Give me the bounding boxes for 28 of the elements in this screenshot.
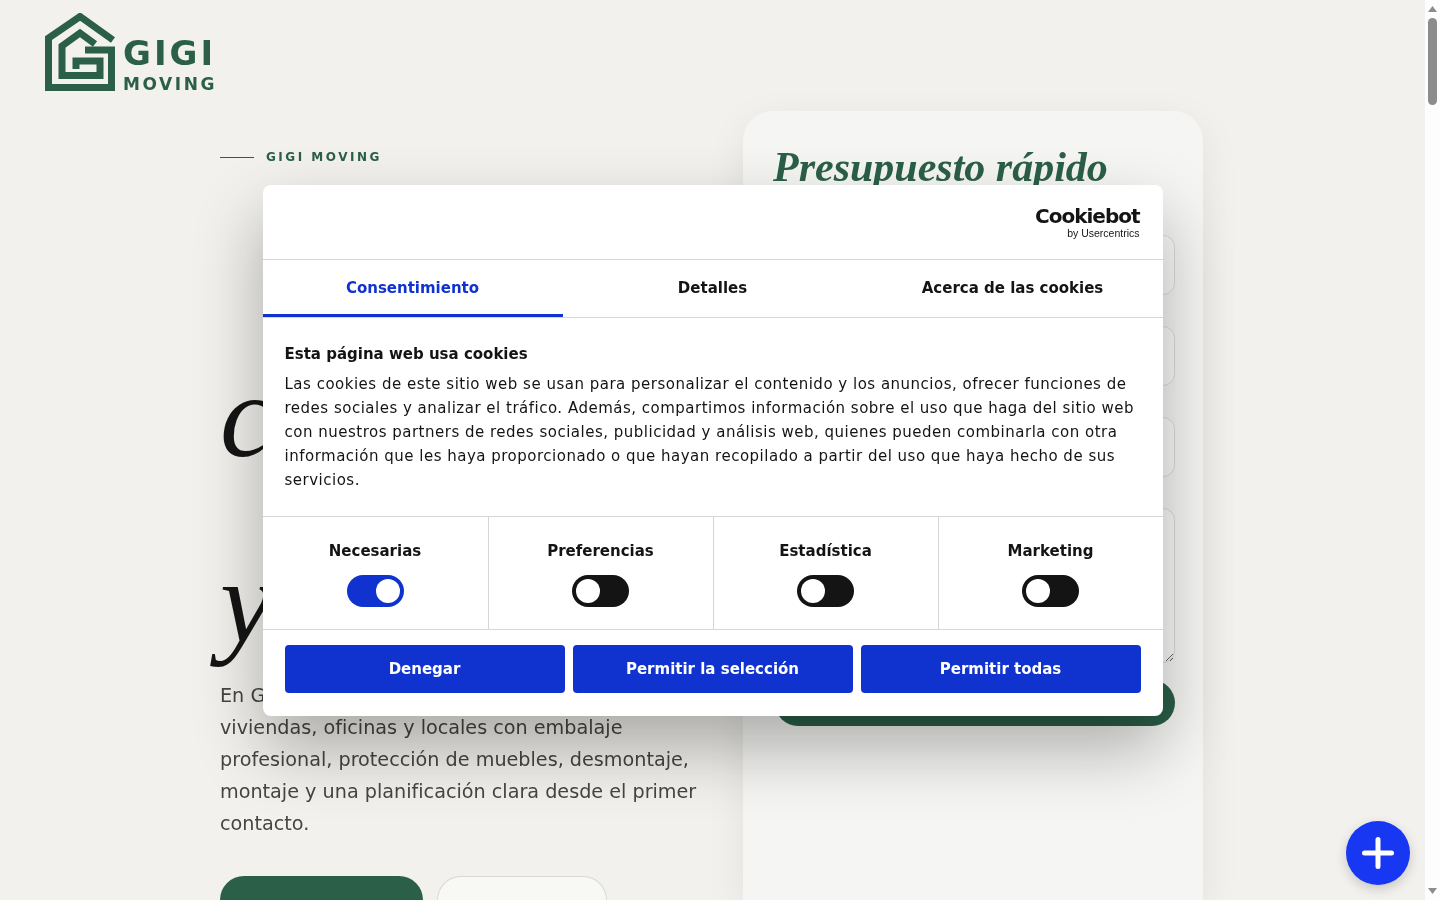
category-label: Preferencias — [547, 540, 654, 562]
category-label: Necesarias — [328, 540, 422, 562]
eyebrow-text: GIGI MOVING — [266, 149, 382, 165]
dialog-text: Las cookies de este sitio web se usan para personalizar el contenido y los anuncios, ofrecer funciones de redes sociales y analizar el tráfico. Además, compartimos información sobre el uso que haga del sitio web con nuestros partners de redes sociales, publicidad y análisis web, quienes pueden combinarla con otra información que les haya proporcionado o que hayan recopilado a partir del uso que haya hecho de sus servicios. — [284, 373, 1135, 491]
add-button[interactable] — [1346, 821, 1410, 885]
house-icon — [45, 13, 115, 91]
consent-button[interactable]: Permitir todas — [860, 644, 1141, 693]
brand-byline: by Usercentrics — [1067, 226, 1140, 239]
plus-icon — [1362, 837, 1394, 869]
logo-text: GIGI — [123, 36, 217, 70]
arrow-up-icon[interactable] — [1428, 6, 1437, 12]
category-label: Marketing — [1007, 540, 1094, 562]
toggle-switch[interactable] — [572, 574, 629, 607]
logo-tagline: MOVING — [123, 74, 218, 94]
scrollbar-thumb[interactable] — [1428, 18, 1437, 105]
brand-name: Cookiebot — [1035, 204, 1140, 227]
primary-button[interactable] — [220, 876, 423, 900]
intro-text: viviendas, oficinas y locales con embalaje profesional, protección de muebles, desmontaje, montaje y una planificación clara desde el primer contacto. — [220, 715, 698, 837]
arrow-down-icon[interactable] — [1428, 888, 1437, 894]
consent-button[interactable]: Permitir la selección — [572, 644, 853, 693]
toggle-switch[interactable] — [346, 574, 404, 607]
dialog-title: Esta página web usa cookies — [284, 343, 528, 365]
tab[interactable]: Consentimiento — [262, 259, 563, 317]
form-title: Presupuesto rápido — [773, 150, 1108, 184]
consent-button[interactable]: Denegar — [284, 644, 565, 693]
category-label: Estadística — [779, 540, 872, 562]
toggle-switch[interactable] — [1022, 574, 1079, 607]
toggle-switch[interactable] — [797, 574, 854, 607]
